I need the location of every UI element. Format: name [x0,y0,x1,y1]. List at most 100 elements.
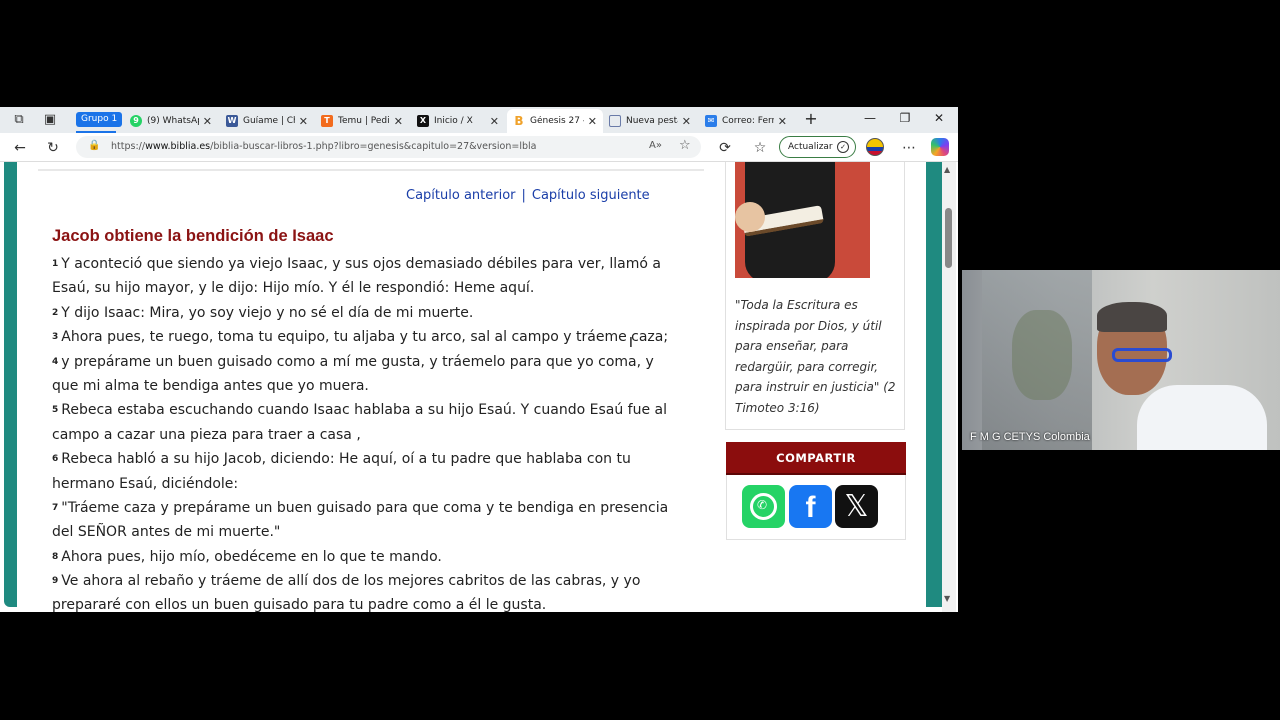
divider [38,169,704,171]
chapter-navigation: Capítulo anterior | Capítulo siguiente [406,188,650,203]
address-bar[interactable]: 🔒 https://www.biblia.es/biblia-buscar-li… [76,136,701,158]
next-chapter-link[interactable]: Capítulo siguiente [532,188,650,203]
facebook-share-button[interactable]: f [789,485,832,528]
tab-temu[interactable]: T Temu | Pedid ✕ [315,109,409,133]
verse-text: y prepárame un buen guisado como a mí me… [61,353,654,370]
copilot-icon[interactable] [931,138,949,156]
refresh-icon[interactable]: ↻ [44,139,62,157]
close-icon[interactable]: ✕ [490,115,499,128]
wordpress-icon: W [226,115,238,127]
scroll-up-icon[interactable]: ▲ [944,165,950,174]
verse-text: Rebeca estaba escuchando cuando Isaac ha… [61,402,667,419]
tab-label: Temu | Pedid [338,116,390,126]
close-icon[interactable]: ✕ [394,115,403,128]
url-text[interactable]: https://www.biblia.es/biblia-buscar-libr… [111,141,536,152]
verse-line: 2Y dijo Isaac: Mira, yo soy viejo y no s… [52,301,712,325]
tab-mail[interactable]: ✉ Correo: Fern ✕ [699,109,793,133]
tab-new[interactable]: Nueva pesta ✕ [603,109,697,133]
verse-text: Rebeca habló a su hijo Jacob, diciendo: … [61,451,631,468]
verse-line: 4y prepárame un buen guisado como a mí m… [52,350,712,374]
phone-icon: ✆ [757,498,768,512]
tab-actions-icon[interactable]: ▣ [42,112,58,128]
teal-frame-left [4,162,17,607]
close-icon[interactable]: ✕ [778,115,787,128]
minimize-icon[interactable]: — [862,111,878,125]
tab-label: (9) WhatsApp [147,116,199,126]
back-icon[interactable]: ← [11,139,29,157]
scroll-down-icon[interactable]: ▼ [944,594,950,603]
update-icon: ✓ [837,141,849,153]
participant-video [962,270,1280,450]
verse-line: 5 Rebeca estaba escuchando cuando Isaac h… [52,398,712,422]
participant-name: F M G CETYS Colombia [970,431,1090,443]
x-share-button[interactable]: 𝕏 [835,485,878,528]
tab-label: Nueva pesta [626,116,678,126]
separator: | [521,188,526,203]
verse-line: campo a cazar una pieza para traer a cas… [52,423,712,447]
scripture-quote: "Toda la Escritura es inspirada por Dios… [735,298,896,415]
close-icon[interactable]: ✕ [299,115,308,128]
close-window-icon[interactable]: ✕ [931,111,947,125]
verse-number: 1 [52,259,59,269]
bible-reading-image [735,162,870,278]
verse-line: 1Y aconteció que siendo ya viejo Isaac, … [52,252,712,276]
section-heading: Jacob obtiene la bendición de Isaac [52,227,334,245]
tab-x-home[interactable]: X Inicio / X ✕ [411,109,505,133]
text-cursor-icon: I [629,336,633,351]
verse-text: hermano Esaú, diciéndole: [52,475,239,492]
new-tab-button[interactable]: + [803,109,819,128]
whatsapp-share-button[interactable]: ✆ [742,485,785,528]
mail-icon: ✉ [705,115,717,127]
verse-text: del SEÑOR antes de mi muerte." [52,524,281,541]
verse-number: 8 [52,551,59,562]
verse-text: Esaú, su hijo mayor, y le dijo: Hijo mío… [52,280,535,297]
verse-line: 9 Ve ahora al rebaño y tráeme de allí dos… [52,569,712,593]
verse-number: 7 [52,502,59,513]
verse-text: Ahora pues, te ruego, toma tu equipo, tu… [61,329,669,346]
page-viewport: Capítulo anterior | Capítulo siguiente Jac… [0,162,958,612]
close-icon[interactable]: ✕ [588,115,597,128]
page-scrollbar[interactable]: ▲ ▼ [942,162,956,612]
verse-number: 4 [52,356,59,367]
tab-whatsapp[interactable]: 9 (9) WhatsApp ✕ [124,109,218,133]
tab-genesis[interactable]: B Génesis 27 - ✕ [507,109,603,133]
more-menu-icon[interactable]: ⋯ [900,139,918,157]
extensions-icon[interactable]: ⟳ [716,139,734,157]
update-button[interactable]: Actualizar ✓ [779,136,856,158]
share-header: COMPARTIR [726,442,906,475]
verse-line: 7 "Tráeme caza y prepárame un buen guisad… [52,496,712,520]
tab-label: Génesis 27 - [530,116,584,126]
verse-line: 3 Ahora pues, te ruego, toma tu equipo, t… [52,325,712,349]
verse-list: 1Y aconteció que siendo ya viejo Isaac, … [52,252,712,612]
read-aloud-icon[interactable]: A» [649,140,662,151]
verse-line: hermano Esaú, diciéndole: [52,472,712,496]
new-tab-page-icon [609,115,621,127]
update-label: Actualizar [788,142,833,152]
tab-guiame[interactable]: W Guíame | Ch ✕ [220,109,314,133]
close-icon[interactable]: ✕ [203,115,212,128]
scroll-thumb[interactable] [945,208,952,268]
restore-icon[interactable]: ❐ [897,111,913,125]
verse-line: prepararé con ellos un buen guisado para… [52,593,712,612]
tab-bar: ⧉ ▣ Grupo 1 9 (9) WhatsApp ✕ W Guíame | … [0,107,958,133]
verse-number: 2 [52,307,59,318]
previous-chapter-link[interactable]: Capítulo anterior [406,188,516,203]
verse-number: 5 [52,405,59,416]
browser-window: ⧉ ▣ Grupo 1 9 (9) WhatsApp ✕ W Guíame | … [0,107,958,612]
x-icon: 𝕏 [844,489,869,524]
tab-label: Guíame | Ch [243,116,295,126]
tab-group-chip[interactable]: Grupo 1 [76,112,123,127]
biblia-icon: B [514,114,524,128]
close-icon[interactable]: ✕ [682,115,691,128]
temu-icon: T [321,115,333,127]
profile-avatar[interactable] [866,138,884,156]
verse-line: 8 Ahora pues, hijo mío, obedéceme en lo q… [52,545,712,569]
facebook-icon: f [805,491,816,524]
x-logo-icon: X [417,115,429,127]
favorites-icon[interactable]: ☆ [751,139,769,157]
verse-text: campo a cazar una pieza para traer a cas… [52,426,361,443]
verse-line: Esaú, su hijo mayor, y le dijo: Hijo mío… [52,276,712,300]
workspaces-icon[interactable]: ⧉ [11,112,27,128]
tab-label: Correo: Fern [722,116,774,126]
favorite-star-icon[interactable]: ☆ [679,138,691,153]
